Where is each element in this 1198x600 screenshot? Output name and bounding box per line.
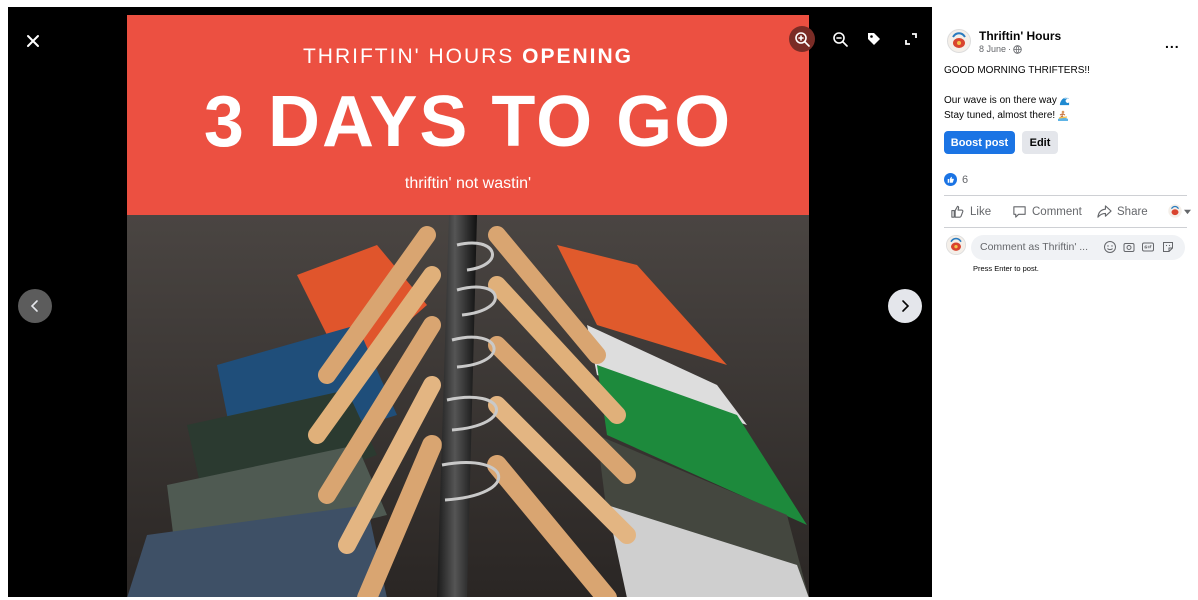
comment-button[interactable]: Comment [1012, 204, 1082, 219]
zoom-out-button[interactable] [827, 26, 853, 52]
post-details-panel: Thriftin' Hours 8 June · ... GOOD MORNIN… [932, 7, 1197, 598]
reaction-summary[interactable]: 6 [944, 173, 968, 186]
thumbs-up-icon [951, 205, 964, 218]
fullscreen-button[interactable] [898, 26, 924, 52]
reaction-count: 6 [962, 173, 969, 186]
chevron-right-icon [902, 300, 910, 312]
share-icon [1097, 205, 1112, 218]
divider [944, 227, 1187, 228]
post-as-selector[interactable] [1168, 204, 1191, 218]
banner-headline: 3 DAYS TO GO [203, 82, 733, 162]
close-icon [27, 35, 39, 47]
post-text-line-2: Our wave is on there way [944, 95, 1070, 106]
post-photo: THRIFTIN' HOURS OPENING 3 DAYS TO GO thr… [127, 15, 809, 598]
meta-separator: · [1008, 44, 1012, 54]
page-avatar-small-icon [1168, 204, 1182, 218]
banner-tagline: thriftin' not wastin' [404, 175, 532, 192]
wave-emoji-icon [1059, 97, 1069, 106]
close-button[interactable] [21, 29, 45, 53]
globe-icon [1013, 44, 1022, 54]
emoji-icon[interactable] [1103, 240, 1117, 254]
like-button[interactable]: Like [950, 204, 991, 219]
commenter-avatar [946, 235, 966, 255]
post-text-line-3: Stay tuned, almost there! [944, 110, 1069, 121]
zoom-in-button[interactable] [789, 26, 815, 52]
tag-photo-button[interactable] [861, 26, 887, 52]
chevron-left-icon [30, 300, 38, 312]
clothes-rack-image [127, 215, 809, 598]
fullscreen-icon [905, 33, 917, 45]
divider [944, 195, 1187, 196]
share-button[interactable]: Share [1097, 204, 1148, 219]
caret-down-icon [1184, 209, 1191, 214]
page-name-link[interactable]: Thriftin' Hours [979, 29, 1061, 43]
next-photo-button[interactable] [888, 289, 922, 323]
comment-hint: Press Enter to post. [973, 264, 1039, 273]
photo-banner: THRIFTIN' HOURS OPENING 3 DAYS TO GO thr… [127, 15, 809, 215]
post-date[interactable]: 8 June [979, 44, 1006, 54]
comment-input[interactable] [980, 241, 1098, 253]
previous-photo-button[interactable] [18, 289, 52, 323]
surfer-emoji-icon [1058, 110, 1069, 121]
banner-title: THRIFTIN' HOURS OPENING [302, 45, 634, 68]
sticker-icon[interactable] [1161, 240, 1175, 254]
photo-modal: THRIFTIN' HOURS OPENING 3 DAYS TO GO thr… [8, 7, 1197, 598]
comment-composer [971, 235, 1185, 260]
post-meta: 8 June · [979, 44, 1022, 54]
post-text-line-1: GOOD MORNING THRIFTERS!! [944, 65, 1090, 76]
gif-icon[interactable] [1141, 240, 1155, 254]
camera-icon[interactable] [1122, 240, 1136, 254]
zoom-out-icon [833, 32, 848, 47]
comment-icon [1013, 206, 1026, 218]
photo-viewer: THRIFTIN' HOURS OPENING 3 DAYS TO GO thr… [8, 7, 932, 598]
zoom-in-icon [795, 32, 810, 47]
boost-post-button[interactable]: Boost post [944, 131, 1015, 154]
more-options-button[interactable]: ... [1165, 35, 1180, 51]
like-reaction-icon [944, 173, 957, 186]
edit-post-button[interactable]: Edit [1022, 131, 1058, 154]
tag-icon [868, 33, 880, 45]
page-avatar[interactable] [947, 29, 971, 53]
